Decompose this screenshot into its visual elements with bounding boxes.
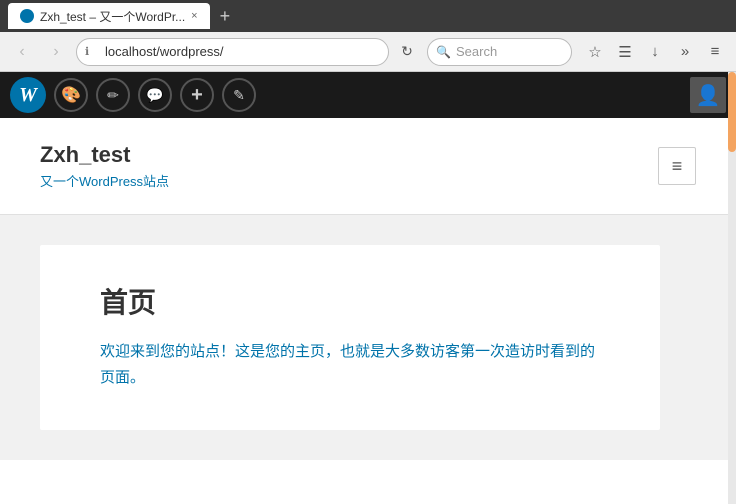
menu-toggle-button[interactable]: ≡	[658, 147, 696, 185]
address-text: localhost/wordpress/	[105, 44, 224, 59]
page-main: 首页 欢迎来到您的站点！这是您的主页，也就是大多数访客第一次造访时看到的 页面。	[0, 215, 736, 460]
user-avatar[interactable]: 👤	[690, 77, 726, 113]
page-content: Zxh_test 又一个WordPress站点 ≡ 首页 欢迎来到您的站点！这是…	[0, 118, 736, 460]
tab-title: Zxh_test – 又一个WordPr...	[40, 8, 185, 25]
site-branding: Zxh_test 又一个WordPress站点	[40, 142, 169, 190]
comment-icon[interactable]: 💬	[138, 78, 172, 112]
site-title: Zxh_test	[40, 142, 169, 168]
browser-navbar: ‹ › ℹ localhost/wordpress/ ↻ 🔍 Search ☆ …	[0, 32, 736, 72]
reload-button[interactable]: ↻	[393, 38, 421, 66]
wp-adminbar: W 🎨 ✏ 💬 + ✎ 👤	[0, 72, 736, 118]
search-bar[interactable]: 🔍 Search	[427, 38, 572, 66]
nav-actions: ☆ ☰ ↓ » ≡	[582, 39, 728, 65]
menu-button[interactable]: ≡	[702, 39, 728, 65]
post-body-line2: 页面。	[100, 369, 145, 386]
search-placeholder: Search	[456, 44, 497, 59]
post-card: 首页 欢迎来到您的站点！这是您的主页，也就是大多数访客第一次造访时看到的 页面。	[40, 245, 660, 430]
edit-icon[interactable]: ✎	[222, 78, 256, 112]
site-tagline: 又一个WordPress站点	[40, 171, 169, 190]
post-body-line1: 欢迎来到您的站点！这是您的主页，也就是大多数访客第一次造访时看到的	[100, 343, 595, 360]
reader-button[interactable]: ☰	[612, 39, 638, 65]
search-icon: 🔍	[436, 45, 451, 59]
tab-close-button[interactable]: ×	[191, 10, 197, 22]
post-body: 欢迎来到您的站点！这是您的主页，也就是大多数访客第一次造访时看到的 页面。	[100, 339, 600, 390]
address-bar[interactable]: ℹ localhost/wordpress/	[76, 38, 389, 66]
paint-icon[interactable]: ✏	[96, 78, 130, 112]
new-tab-button[interactable]: +	[214, 6, 237, 27]
add-content-icon[interactable]: +	[180, 78, 214, 112]
download-button[interactable]: ↓	[642, 39, 668, 65]
browser-window: Zxh_test – 又一个WordPr... × + ‹ › ℹ localh…	[0, 0, 736, 460]
back-button[interactable]: ‹	[8, 38, 36, 66]
more-button[interactable]: »	[672, 39, 698, 65]
wp-logo[interactable]: W	[10, 77, 46, 113]
scrollbar-track[interactable]	[728, 72, 736, 504]
wp-logo-text: W	[19, 84, 37, 107]
scrollbar-thumb[interactable]	[728, 72, 736, 152]
tab-favicon	[20, 9, 34, 23]
site-header: Zxh_test 又一个WordPress站点 ≡	[0, 118, 736, 215]
browser-titlebar: Zxh_test – 又一个WordPr... × +	[0, 0, 736, 32]
forward-button[interactable]: ›	[42, 38, 70, 66]
lock-icon: ℹ	[85, 45, 89, 58]
post-title: 首页	[100, 281, 600, 321]
active-tab[interactable]: Zxh_test – 又一个WordPr... ×	[8, 3, 210, 29]
bookmark-button[interactable]: ☆	[582, 39, 608, 65]
customize-icon[interactable]: 🎨	[54, 78, 88, 112]
